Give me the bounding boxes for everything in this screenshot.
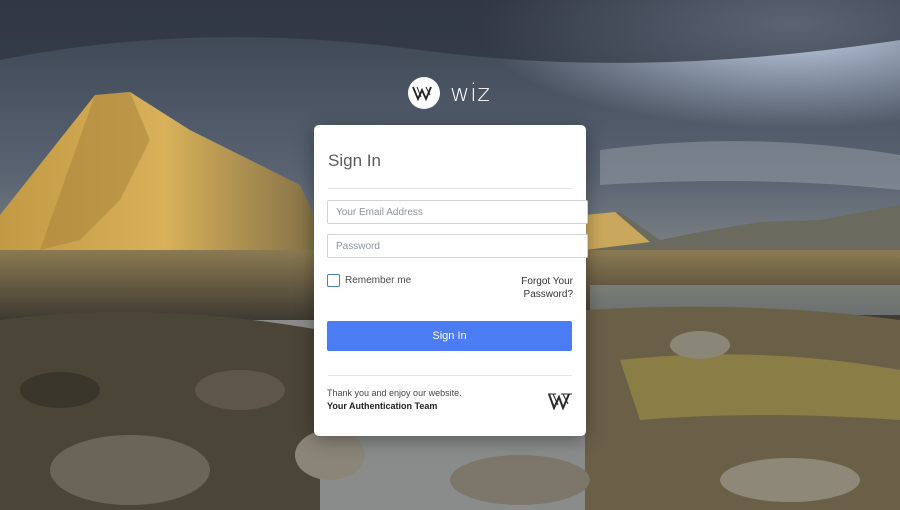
password-input[interactable] [327,234,588,258]
footer-team: Your Authentication Team [327,401,438,411]
footer-divider [328,375,572,376]
wiz-logo-icon [408,77,440,109]
remember-label[interactable]: Remember me [345,275,411,286]
page-title: Sign In [328,151,381,170]
sign-in-button[interactable]: Sign In [327,321,572,351]
footer-w-logo-icon [548,392,574,415]
footer-message-block: Thank you and enjoy our website. Your Au… [327,387,462,413]
remember-checkbox[interactable] [327,274,340,287]
title-divider [328,188,572,189]
login-card: Sign In Remember me Forgot Your Password… [314,125,588,436]
email-input[interactable] [327,200,588,224]
brand-header: wiz [408,77,490,109]
forgot-password-link[interactable]: Forgot Your Password? [503,275,573,301]
brand-name: wiz [450,79,491,107]
footer-message: Thank you and enjoy our website. [327,388,462,398]
